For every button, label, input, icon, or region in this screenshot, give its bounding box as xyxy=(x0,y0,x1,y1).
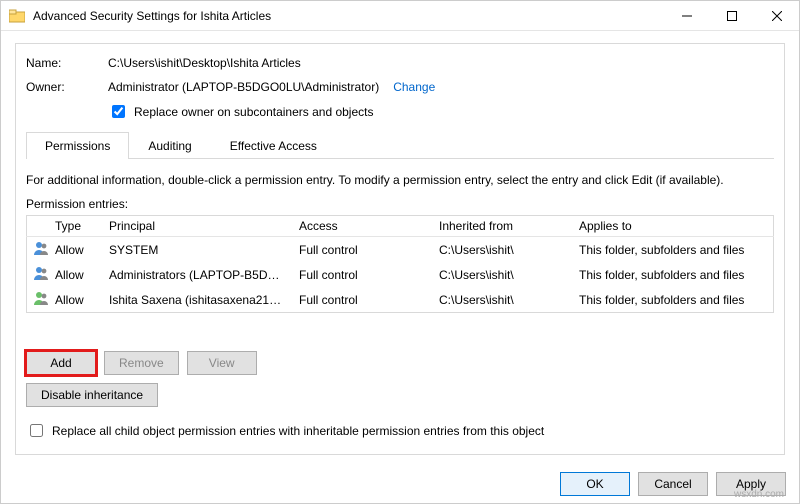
permission-entries-table: Type Principal Access Inherited from App… xyxy=(26,215,774,325)
info-text: For additional information, double-click… xyxy=(26,173,774,187)
ok-button[interactable]: OK xyxy=(560,472,630,496)
window-title: Advanced Security Settings for Ishita Ar… xyxy=(33,9,664,23)
remove-button: Remove xyxy=(104,351,179,375)
tabs-bar: Permissions Auditing Effective Access xyxy=(26,131,774,159)
cell-type: Allow xyxy=(49,237,103,263)
owner-value: Administrator (LAPTOP-B5DGO0LU\Administr… xyxy=(108,80,379,94)
user-icon xyxy=(33,290,49,306)
close-button[interactable] xyxy=(754,1,799,30)
change-owner-link[interactable]: Change xyxy=(393,80,435,94)
view-button: View xyxy=(187,351,257,375)
main-panel: Name: C:\Users\ishit\Desktop\Ishita Arti… xyxy=(15,43,785,455)
add-button[interactable]: Add xyxy=(26,351,96,375)
title-bar: Advanced Security Settings for Ishita Ar… xyxy=(1,1,799,31)
apply-button[interactable]: Apply xyxy=(716,472,786,496)
replace-owner-label: Replace owner on subcontainers and objec… xyxy=(134,105,373,119)
dialog-footer: OK Cancel Apply xyxy=(560,472,786,496)
name-value: C:\Users\ishit\Desktop\Ishita Articles xyxy=(108,56,301,70)
cell-type: Allow xyxy=(49,262,103,287)
cell-access: Full control xyxy=(293,287,433,313)
minimize-button[interactable] xyxy=(664,1,709,30)
cell-applies: This folder, subfolders and files xyxy=(573,262,774,287)
entries-label: Permission entries: xyxy=(26,197,774,211)
folder-security-icon xyxy=(9,8,25,24)
cell-applies: This folder, subfolders and files xyxy=(573,237,774,263)
table-row[interactable]: AllowAdministrators (LAPTOP-B5DGO...Full… xyxy=(27,262,774,287)
tab-auditing[interactable]: Auditing xyxy=(129,132,210,159)
tab-effective-access[interactable]: Effective Access xyxy=(211,132,336,159)
cell-inherited: C:\Users\ishit\ xyxy=(433,287,573,313)
table-row[interactable]: AllowIshita Saxena (ishitasaxena2109...F… xyxy=(27,287,774,313)
replace-all-checkbox[interactable] xyxy=(30,424,43,437)
disable-inheritance-button[interactable]: Disable inheritance xyxy=(26,383,158,407)
cell-access: Full control xyxy=(293,237,433,263)
maximize-button[interactable] xyxy=(709,1,754,30)
owner-label: Owner: xyxy=(26,80,108,94)
table-row[interactable]: AllowSYSTEMFull controlC:\Users\ishit\Th… xyxy=(27,237,774,263)
col-inherited[interactable]: Inherited from xyxy=(433,216,573,237)
replace-all-label: Replace all child object permission entr… xyxy=(52,424,544,438)
col-principal[interactable]: Principal xyxy=(103,216,293,237)
user-icon xyxy=(33,240,49,256)
cell-principal: SYSTEM xyxy=(103,237,293,263)
cell-principal: Administrators (LAPTOP-B5DGO... xyxy=(103,262,293,287)
replace-owner-checkbox[interactable] xyxy=(112,105,125,118)
cell-principal: Ishita Saxena (ishitasaxena2109... xyxy=(103,287,293,313)
col-type[interactable]: Type xyxy=(49,216,103,237)
cancel-button[interactable]: Cancel xyxy=(638,472,708,496)
col-applies[interactable]: Applies to xyxy=(573,216,774,237)
tab-permissions[interactable]: Permissions xyxy=(26,132,129,159)
user-icon xyxy=(33,265,49,281)
col-access[interactable]: Access xyxy=(293,216,433,237)
cell-access: Full control xyxy=(293,262,433,287)
cell-applies: This folder, subfolders and files xyxy=(573,287,774,313)
cell-inherited: C:\Users\ishit\ xyxy=(433,262,573,287)
name-label: Name: xyxy=(26,56,108,70)
cell-inherited: C:\Users\ishit\ xyxy=(433,237,573,263)
cell-type: Allow xyxy=(49,287,103,313)
